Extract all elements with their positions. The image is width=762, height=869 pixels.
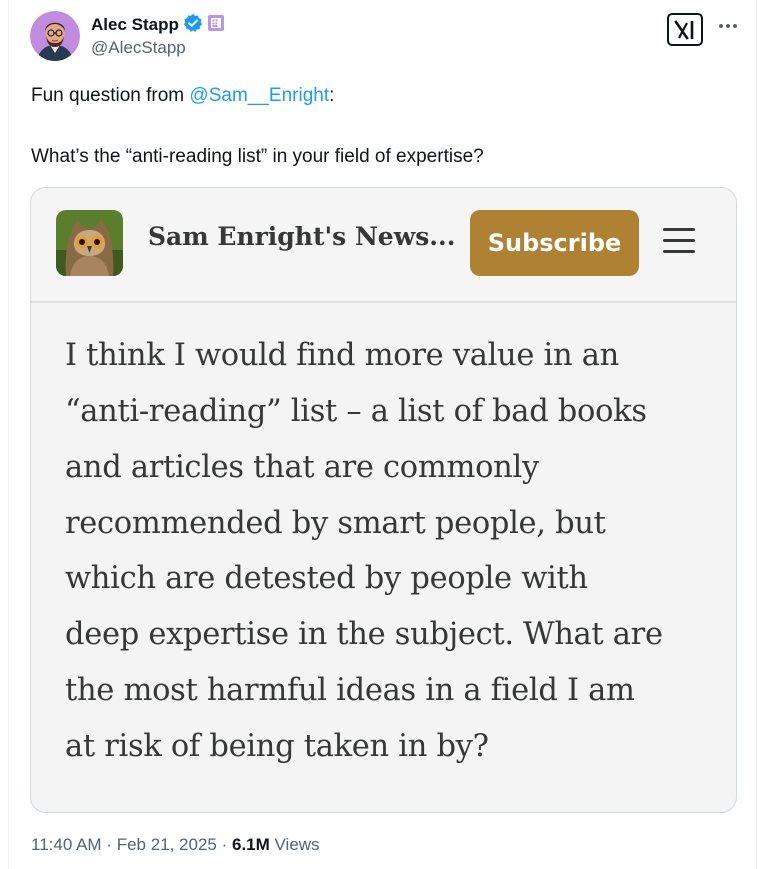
x-grok-logo-icon[interactable] [667, 13, 703, 46]
tweet-question: What’s the “anti-reading list” in your f… [31, 146, 484, 167]
tweet-date[interactable]: Feb 21, 2025 [117, 835, 217, 854]
views-label: Views [269, 835, 320, 854]
hamburger-menu-icon[interactable] [663, 228, 699, 258]
quote-line: and articles that are commonly [65, 450, 539, 485]
tweet-meta: 11:40 AM · Feb 21, 2025 · 6.1M Views [31, 835, 320, 855]
avatar-illustration [30, 11, 80, 61]
author-name[interactable]: Alec Stapp [91, 15, 179, 35]
quote-line: I think I would find more value in an [65, 338, 619, 373]
verified-badge-icon[interactable] [183, 13, 203, 38]
name-row: Alec Stapp [91, 13, 225, 38]
tweet-container: Alec Stapp @AlecStapp Fun question from … [0, 0, 762, 869]
meta-separator: · [101, 835, 117, 854]
author-block: Alec Stapp @AlecStapp [91, 13, 225, 58]
tweet-intro-suffix: : [329, 85, 335, 106]
quote-line: “anti-reading” list – a list of bad book… [65, 394, 647, 429]
affiliate-badge-icon[interactable] [207, 14, 225, 37]
tweet-intro-prefix: Fun question from [31, 85, 190, 106]
meta-separator: · [216, 835, 232, 854]
subscribe-button[interactable]: Subscribe [470, 210, 639, 276]
quote-line: which are detested by people with [65, 561, 588, 596]
tweet-time[interactable]: 11:40 AM [31, 835, 102, 854]
tweet-intro: Fun question from @Sam__Enright: [31, 85, 334, 107]
publication-name: Sam Enright's News... [148, 222, 456, 251]
right-border [756, 0, 757, 869]
left-border [8, 0, 9, 869]
quote-line: the most harmful ideas in a field I am [65, 673, 635, 708]
quote-line: recommended by smart people, but [65, 506, 606, 541]
quote-line: deep expertise in the subject. What are [65, 617, 663, 652]
mention-link[interactable]: @Sam__Enright [189, 85, 329, 106]
avatar[interactable] [30, 11, 80, 61]
owl-logo [56, 210, 123, 276]
more-horizontal-icon[interactable] [716, 14, 740, 38]
attached-image-card[interactable]: Sam Enright's News... Subscribe I think … [30, 187, 737, 813]
views-count: 6.1M [232, 835, 270, 854]
quote-line: at risk of being taken in by? [65, 729, 489, 764]
author-handle[interactable]: @AlecStapp [91, 38, 225, 58]
newsletter-header: Sam Enright's News... Subscribe [31, 188, 736, 303]
